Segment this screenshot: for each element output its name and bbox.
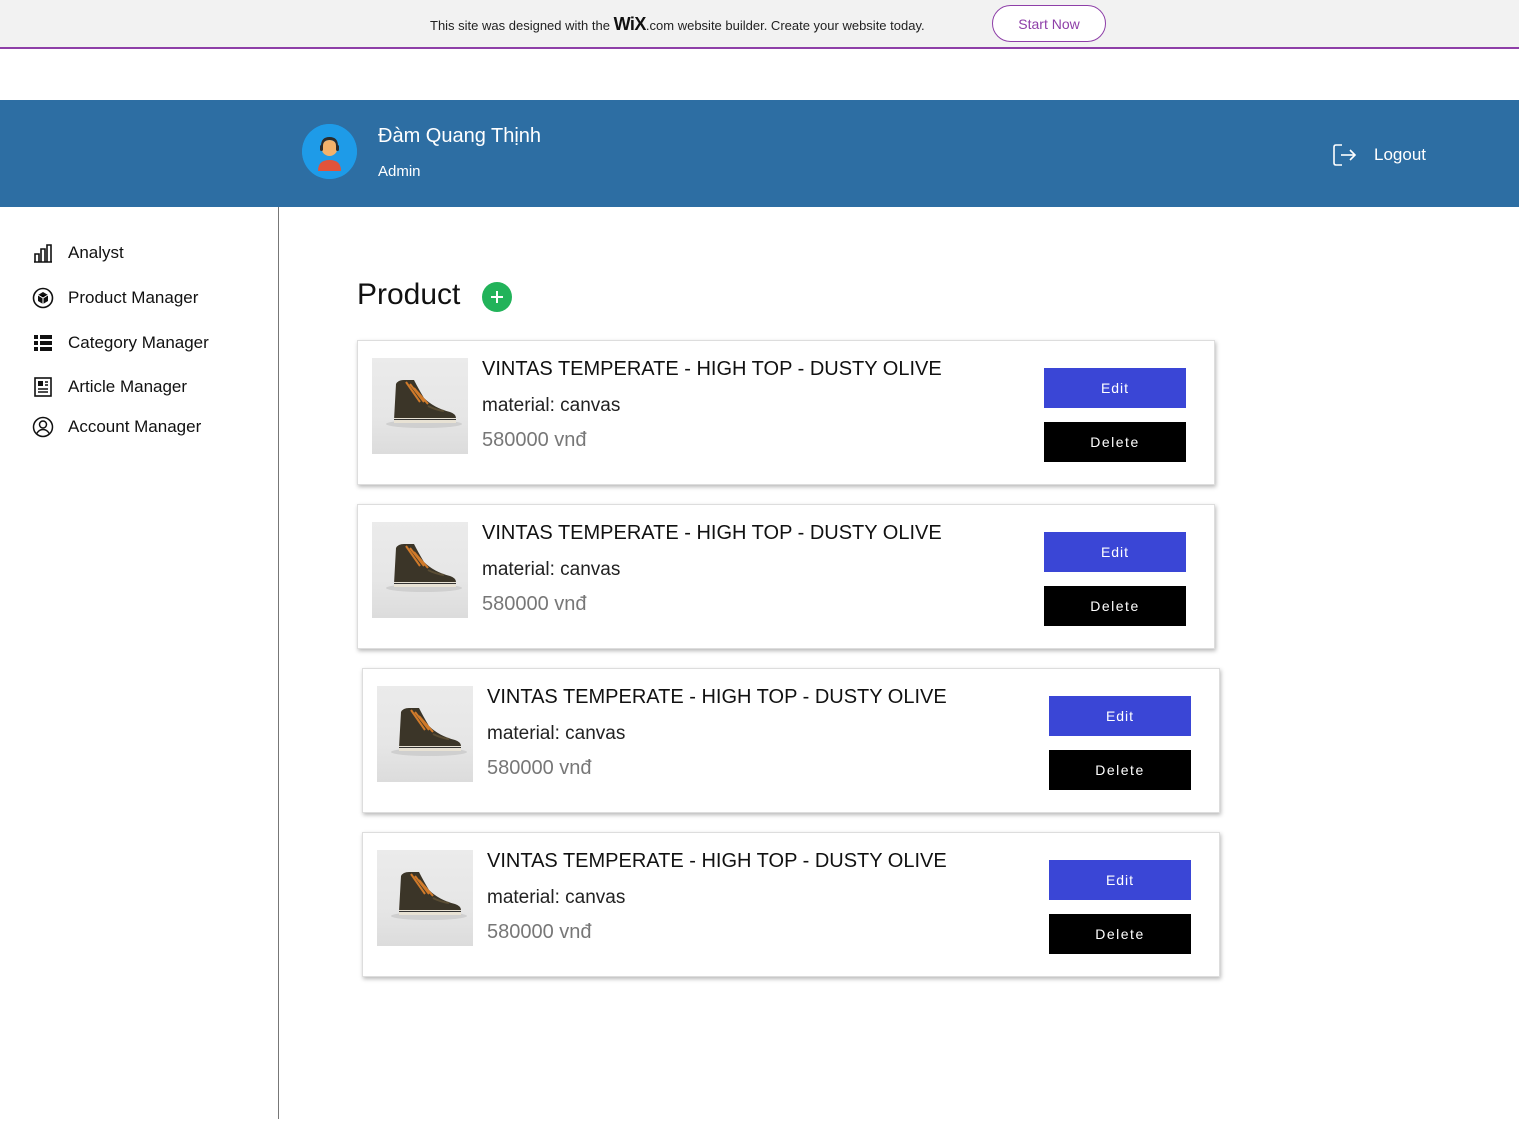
product-material: material: canvas <box>487 723 626 744</box>
product-image <box>377 686 473 782</box>
sidebar-item-label: Account Manager <box>68 417 202 436</box>
product-name: VINTAS TEMPERATE - HIGH TOP - DUSTY OLIV… <box>487 850 947 872</box>
user-name: Đàm Quang Thịnh <box>378 125 542 147</box>
sneaker-image <box>386 544 462 592</box>
delete-button[interactable]: Delete <box>1049 914 1191 954</box>
product-material: material: canvas <box>487 887 626 908</box>
sidebar-item-article-manager[interactable]: Article Manager <box>32 374 187 400</box>
product-card: VINTAS TEMPERATE - HIGH TOP - DUSTY OLIV… <box>362 668 1220 813</box>
sidebar-item-product-manager[interactable]: Product Manager <box>32 285 198 311</box>
sidebar-item-account-manager[interactable]: Account Manager <box>32 414 201 440</box>
product-name: VINTAS TEMPERATE - HIGH TOP - DUSTY OLIV… <box>482 358 942 380</box>
start-now-button[interactable]: Start Now <box>992 5 1106 42</box>
edit-button[interactable]: Edit <box>1044 368 1186 408</box>
product-card: VINTAS TEMPERATE - HIGH TOP - DUSTY OLIV… <box>357 504 1215 649</box>
product-image <box>372 358 468 454</box>
wix-banner-text: This site was designed with the WiX.com … <box>430 14 925 35</box>
logout-button[interactable]: Logout <box>1332 142 1426 168</box>
edit-button[interactable]: Edit <box>1044 532 1186 572</box>
product-price: 580000 vnđ <box>487 757 592 779</box>
sidebar-item-label: Article Manager <box>68 377 188 396</box>
product-price: 580000 vnđ <box>487 921 592 943</box>
sidebar-item-label: Analyst <box>68 243 124 262</box>
product-material: material: canvas <box>482 559 621 580</box>
list-icon <box>32 332 54 354</box>
avatar <box>302 124 357 179</box>
user-role: Admin <box>378 163 421 180</box>
product-name: VINTAS TEMPERATE - HIGH TOP - DUSTY OLIV… <box>487 686 947 708</box>
delete-button[interactable]: Delete <box>1049 750 1191 790</box>
wix-banner: This site was designed with the WiX.com … <box>0 0 1519 49</box>
edit-button[interactable]: Edit <box>1049 696 1191 736</box>
product-price: 580000 vnđ <box>482 429 587 451</box>
plus-icon <box>491 291 503 303</box>
sneaker-image <box>391 708 467 756</box>
product-material: material: canvas <box>482 395 621 416</box>
logout-icon <box>1333 144 1357 166</box>
sneaker-image <box>386 380 462 428</box>
sidebar-item-category-manager[interactable]: Category Manager <box>32 330 209 356</box>
sidebar-item-label: Product Manager <box>68 288 199 307</box>
user-avatar-icon <box>302 124 357 179</box>
cube-icon <box>32 287 54 309</box>
sidebar-item-label: Category Manager <box>68 333 209 352</box>
wix-logo: WiX <box>613 14 647 34</box>
logout-label: Logout <box>1374 145 1426 164</box>
wix-dotcom: .com <box>645 18 675 33</box>
sidebar-item-analyst[interactable]: Analyst <box>32 240 124 266</box>
header-bar: Đàm Quang Thịnh Admin Logout <box>0 100 1519 207</box>
edit-button[interactable]: Edit <box>1049 860 1191 900</box>
product-price: 580000 vnđ <box>482 593 587 615</box>
sidebar: Analyst Product Manager Category Manager… <box>0 207 279 1119</box>
product-image <box>377 850 473 946</box>
wix-text-before: This site was designed with the <box>430 18 610 33</box>
product-image <box>372 522 468 618</box>
product-name: VINTAS TEMPERATE - HIGH TOP - DUSTY OLIV… <box>482 522 942 544</box>
user-circle-icon <box>32 416 54 438</box>
page-title: Product <box>357 278 461 311</box>
product-card: VINTAS TEMPERATE - HIGH TOP - DUSTY OLIV… <box>357 340 1215 485</box>
bar-chart-icon <box>32 242 54 264</box>
delete-button[interactable]: Delete <box>1044 586 1186 626</box>
delete-button[interactable]: Delete <box>1044 422 1186 462</box>
add-product-button[interactable] <box>482 282 512 312</box>
article-icon <box>32 376 54 398</box>
sneaker-image <box>391 872 467 920</box>
product-card: VINTAS TEMPERATE - HIGH TOP - DUSTY OLIV… <box>362 832 1220 977</box>
wix-text-after: website builder. Create your website tod… <box>677 18 925 33</box>
